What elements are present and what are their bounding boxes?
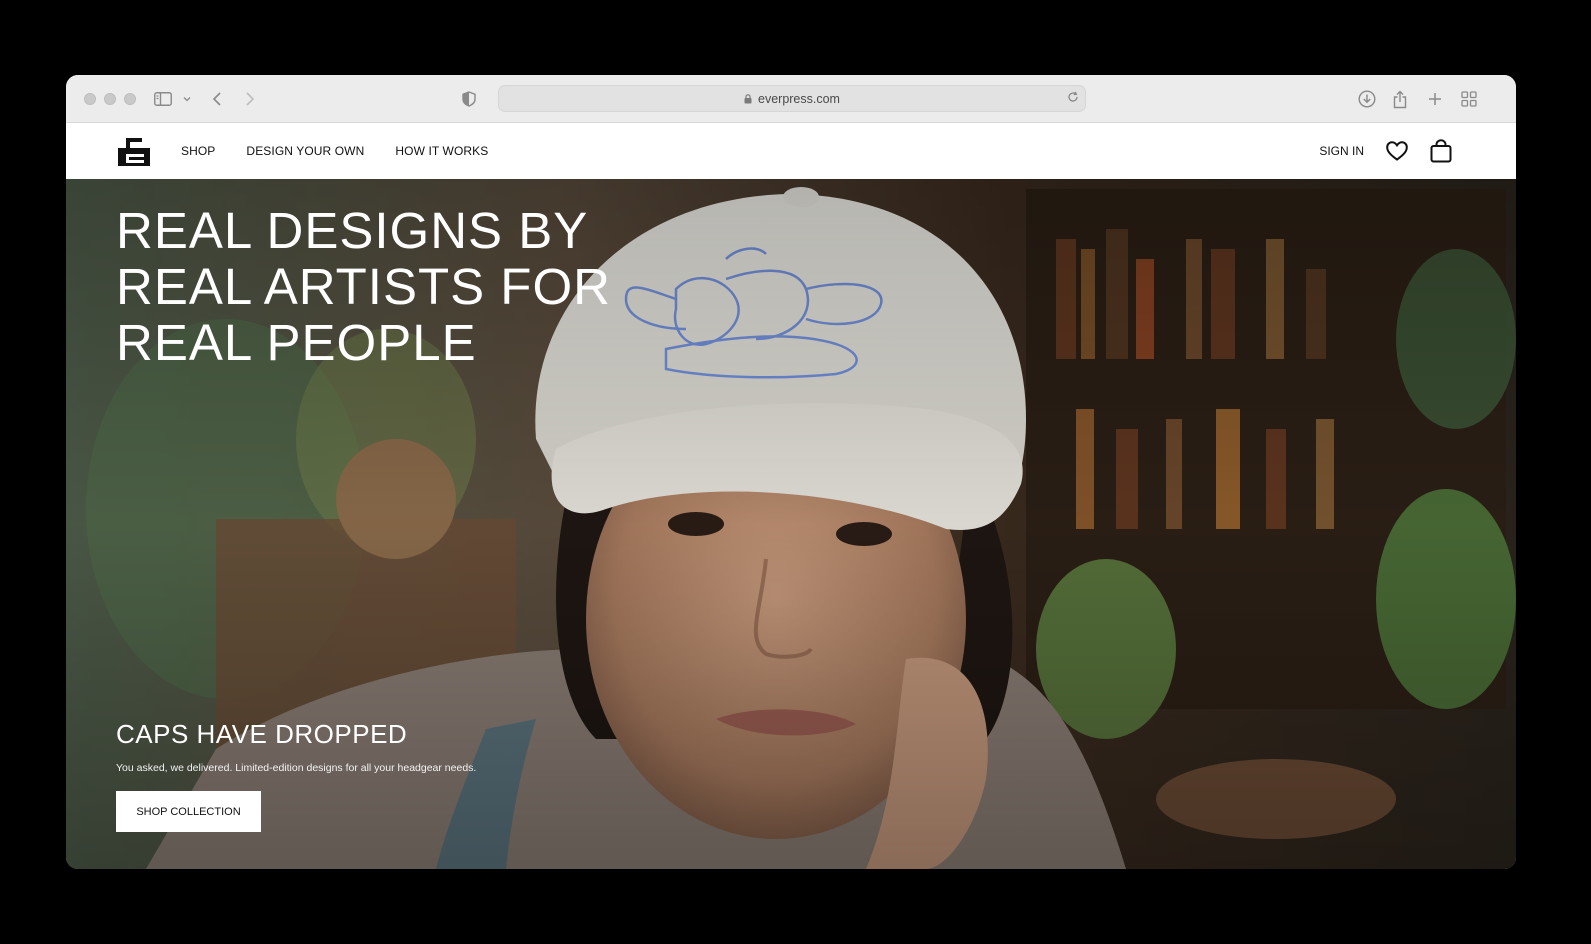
everpress-logo[interactable] bbox=[118, 138, 150, 166]
chevron-down-icon[interactable] bbox=[183, 89, 191, 109]
forward-icon[interactable] bbox=[245, 89, 255, 109]
tab-overview-icon[interactable] bbox=[1461, 89, 1477, 109]
privacy-shield-icon[interactable] bbox=[462, 89, 476, 109]
window-controls bbox=[84, 93, 136, 105]
browser-window: everpress.com SHOP DESIGN YOUR OWN HOW I… bbox=[66, 75, 1516, 869]
url-text: everpress.com bbox=[758, 91, 840, 106]
lock-icon bbox=[744, 93, 752, 103]
shop-collection-button[interactable]: SHOP COLLECTION bbox=[116, 791, 261, 832]
nav-design-your-own[interactable]: DESIGN YOUR OWN bbox=[246, 144, 364, 158]
sidebar-icon[interactable] bbox=[154, 89, 172, 109]
browser-toolbar: everpress.com bbox=[66, 75, 1516, 123]
hero-title: REAL DESIGNS BY REAL ARTISTS FOR REAL PE… bbox=[116, 202, 611, 371]
minimize-window-button[interactable] bbox=[104, 93, 116, 105]
bag-icon[interactable] bbox=[1430, 139, 1452, 163]
new-tab-icon[interactable] bbox=[1428, 89, 1442, 109]
main-nav: SHOP DESIGN YOUR OWN HOW IT WORKS bbox=[181, 123, 488, 179]
reload-icon[interactable] bbox=[1067, 91, 1079, 106]
back-icon[interactable] bbox=[212, 89, 222, 109]
hero-banner: REAL DESIGNS BY REAL ARTISTS FOR REAL PE… bbox=[66, 179, 1516, 869]
nav-shop[interactable]: SHOP bbox=[181, 144, 215, 158]
heart-icon[interactable] bbox=[1386, 141, 1408, 161]
header-actions: SIGN IN bbox=[1319, 123, 1452, 179]
nav-how-it-works[interactable]: HOW IT WORKS bbox=[395, 144, 488, 158]
close-window-button[interactable] bbox=[84, 93, 96, 105]
site-header: SHOP DESIGN YOUR OWN HOW IT WORKS SIGN I… bbox=[66, 123, 1516, 179]
share-icon[interactable] bbox=[1393, 89, 1407, 109]
download-icon[interactable] bbox=[1358, 89, 1376, 109]
promo-subtitle: You asked, we delivered. Limited-edition… bbox=[116, 762, 477, 774]
sign-in-link[interactable]: SIGN IN bbox=[1319, 144, 1364, 158]
promo-title: CAPS HAVE DROPPED bbox=[116, 719, 408, 749]
address-bar[interactable]: everpress.com bbox=[498, 85, 1086, 112]
zoom-window-button[interactable] bbox=[124, 93, 136, 105]
